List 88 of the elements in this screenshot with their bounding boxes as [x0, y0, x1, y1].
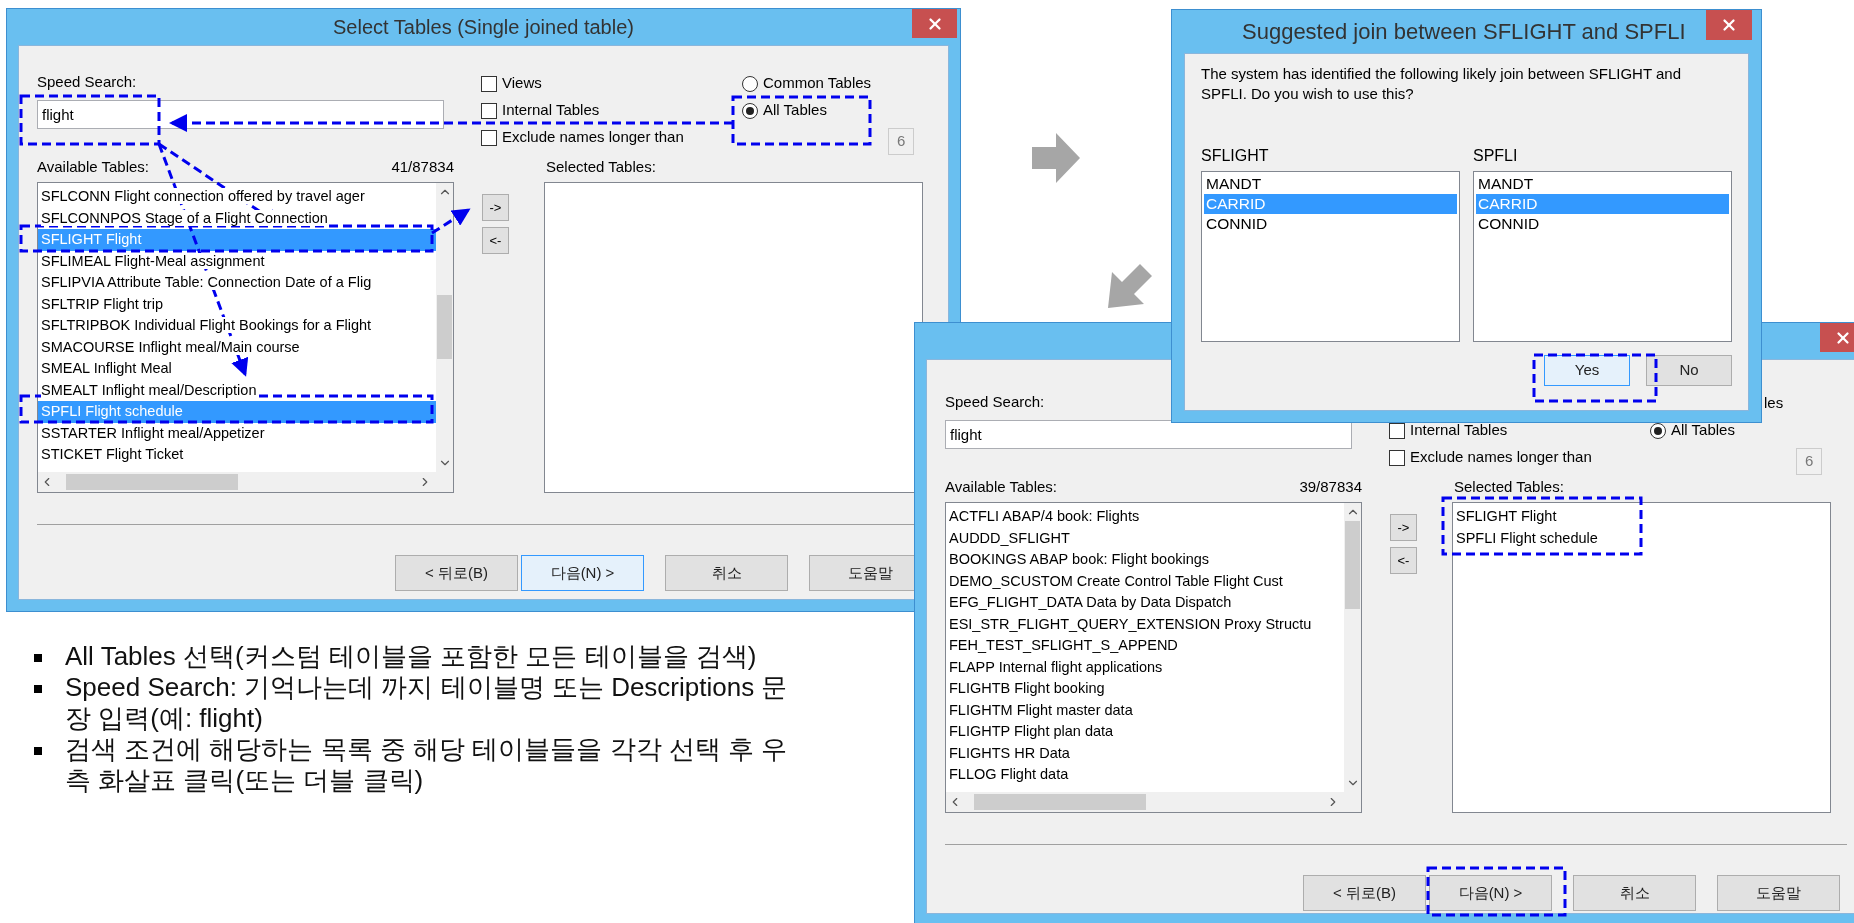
dialog-button[interactable]: 다음(N) >	[521, 555, 644, 591]
vertical-scrollbar[interactable]	[436, 183, 453, 472]
list-item[interactable]: CONNID	[1476, 214, 1729, 234]
search-field[interactable]: flight	[945, 420, 1352, 449]
dashed-arrow	[431, 208, 471, 235]
list-item[interactable]: ACTFLI ABAP/4 book: Flights	[946, 506, 1344, 528]
horizontal-scrollbar[interactable]	[946, 792, 1344, 812]
list-item[interactable]: FLAPP Internal flight applications	[946, 656, 1344, 678]
move-button[interactable]: <-	[482, 227, 509, 254]
radio-label: All Tables	[763, 100, 827, 121]
list-item[interactable]: SMEALT Inflight meal/Description	[38, 379, 436, 401]
window-title: Select Tables (Single joined table)	[333, 15, 634, 40]
dialog-button[interactable]: 취소	[665, 555, 788, 591]
scrollbar-thumb[interactable]	[437, 295, 452, 359]
close-icon	[1720, 16, 1738, 34]
list-item[interactable]: STICKET Flight Ticket	[38, 444, 436, 466]
checkbox[interactable]	[481, 102, 497, 119]
checkbox-label: Exclude names longer than	[1410, 447, 1592, 468]
list-item[interactable]: FLLOG Flight data	[946, 764, 1344, 786]
dialog-button[interactable]: 도움말	[1717, 875, 1840, 911]
list-item[interactable]: BOOKINGS ABAP book: Flight bookings	[946, 549, 1344, 571]
result-count: 41/87834	[391, 157, 454, 177]
field-label: Speed Search:	[37, 72, 138, 92]
scrollbar-thumb[interactable]	[1345, 521, 1360, 609]
list-item[interactable]: FLIGHTP Flight plan data	[946, 721, 1344, 743]
list-item[interactable]: MANDT	[1476, 174, 1729, 194]
arrow-icon	[1108, 262, 1154, 308]
result-count: 39/87834	[1299, 477, 1362, 497]
radio-button[interactable]	[742, 75, 758, 92]
list-item[interactable]: SFLIGHT Flight	[1453, 506, 1830, 528]
close-button[interactable]	[1820, 323, 1854, 352]
horizontal-scrollbar[interactable]	[38, 472, 436, 492]
close-button[interactable]	[1706, 10, 1752, 40]
checkbox[interactable]	[1389, 449, 1405, 466]
bullet-icon	[34, 685, 42, 693]
radio-label: All Tables	[1671, 420, 1735, 441]
dialog-button[interactable]: < 뒤로(B)	[395, 555, 518, 591]
checkbox-label: Exclude names longer than	[502, 127, 684, 148]
list-item[interactable]: SPFLI Flight schedule	[1453, 527, 1830, 549]
list-label: SFLIGHT	[1201, 146, 1270, 166]
list-item[interactable]: CONNID	[1204, 214, 1457, 234]
join-message: The system has identified the following likely join between SFLIGHT and SPFLI. Do you wish to use this?	[1201, 64, 1682, 104]
list-item[interactable]: SSTARTER Inflight meal/Appetizer	[38, 422, 436, 444]
radio-button[interactable]	[742, 102, 758, 119]
list-label: Selected Tables:	[546, 157, 657, 177]
checkbox-label: Views	[502, 73, 542, 94]
dialog-button[interactable]: No	[1646, 355, 1732, 386]
move-button[interactable]: ->	[1390, 514, 1417, 541]
list-item[interactable]: SFLIMEAL Flight-Meal assignment	[38, 250, 436, 272]
list-item[interactable]: SFLTRIP Flight trip	[38, 293, 436, 315]
move-button[interactable]: <-	[1390, 547, 1417, 574]
radio-label: les	[1764, 393, 1784, 414]
note-text: 검색 조건에 해당하는 목록 중 해당 테이블들을 각각 선택 후 우측 화살표 클릭(또는 더블 클릭)	[65, 734, 789, 796]
note-text: All Tables 선택(커스텀 테이블을 포함한 모든 테이블을 검색)	[65, 641, 758, 672]
checkbox-label: Internal Tables	[1410, 420, 1508, 441]
list-label: Available Tables:	[945, 477, 1058, 497]
checkbox[interactable]	[481, 75, 497, 92]
close-button[interactable]	[912, 9, 957, 38]
window-title: Suggested join between SFLIGHT and SPFLI	[1242, 18, 1686, 46]
length-field[interactable]: 6	[1796, 448, 1823, 475]
scrollbar-thumb[interactable]	[66, 474, 238, 490]
list-label: SPFLI	[1473, 146, 1519, 166]
checkbox-label: Internal Tables	[502, 100, 600, 121]
dialog-button[interactable]: < 뒤로(B)	[1303, 875, 1426, 911]
list-label: Selected Tables:	[1454, 477, 1565, 497]
bullet-icon	[34, 654, 42, 662]
list-item[interactable]: MANDT	[1204, 174, 1457, 194]
list-item[interactable]: SMEAL Inflight Meal	[38, 358, 436, 380]
field-label: Speed Search:	[945, 392, 1046, 412]
length-field[interactable]: 6	[888, 128, 915, 155]
radio-label: Common Tables	[763, 73, 872, 94]
list-item[interactable]: FEH_TEST_SFLIGHT_S_APPEND	[946, 635, 1344, 657]
list-label: Available Tables:	[37, 157, 150, 177]
bullet-icon	[34, 747, 42, 755]
dialog-button[interactable]: 취소	[1573, 875, 1696, 911]
move-button[interactable]: ->	[482, 194, 509, 221]
checkbox[interactable]	[481, 129, 497, 146]
list-item[interactable]: FLIGHTS HR Data	[946, 742, 1344, 764]
list-item[interactable]: AUDDD_SFLIGHT	[946, 527, 1344, 549]
list-item[interactable]: FLIGHTM Flight master data	[946, 699, 1344, 721]
dialog-button[interactable]: Yes	[1544, 355, 1630, 386]
vertical-scrollbar[interactable]	[1344, 503, 1361, 792]
note-text: Speed Search: 기억나는데 까지 테이블명 또는 Descriptions 문장 입력(예: flight)	[65, 672, 789, 734]
arrow-icon	[1032, 133, 1080, 183]
list-item[interactable]: FLIGHTB Flight booking	[946, 678, 1344, 700]
search-field[interactable]: flight	[37, 100, 444, 129]
scrollbar-thumb[interactable]	[974, 794, 1146, 810]
dialog-button[interactable]: 다음(N) >	[1429, 875, 1552, 911]
